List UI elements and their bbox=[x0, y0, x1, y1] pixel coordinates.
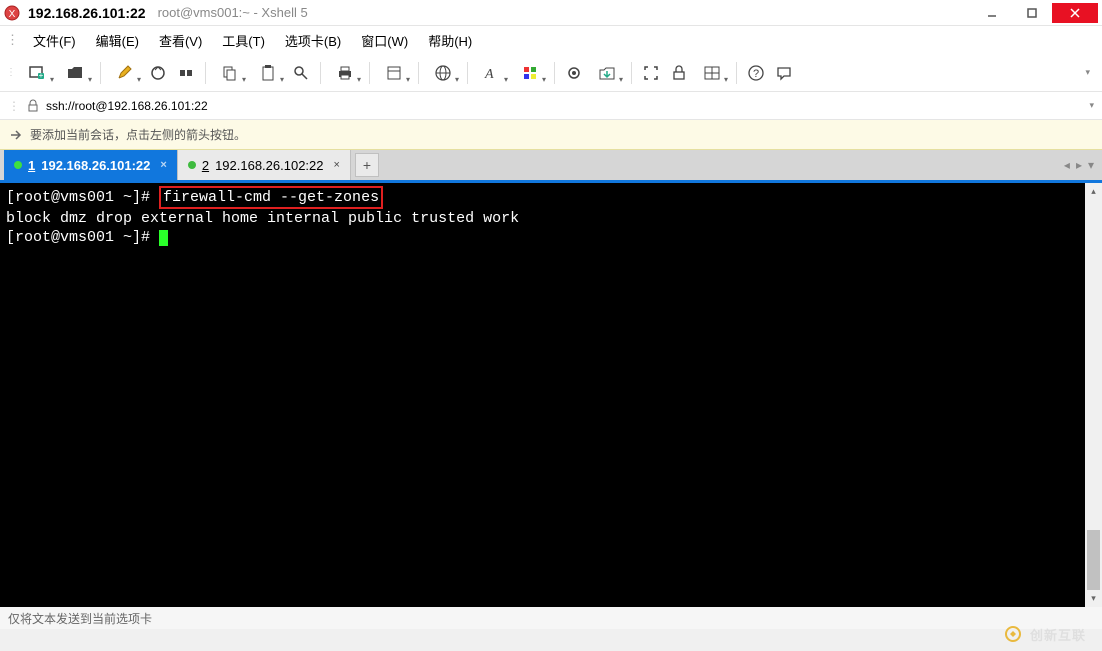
svg-text:+: + bbox=[39, 71, 44, 80]
cursor-icon bbox=[159, 230, 168, 246]
highlighted-command: firewall-cmd --get-zones bbox=[159, 186, 383, 209]
maximize-button[interactable] bbox=[1012, 3, 1052, 23]
scrollbar[interactable]: ▴ ▾ bbox=[1085, 183, 1102, 607]
open-session-button[interactable]: ▾ bbox=[58, 60, 94, 86]
figure-label: 图1-19 bbox=[0, 267, 1102, 284]
prompt: [root@vms001 ~]# bbox=[6, 189, 159, 206]
script-button[interactable] bbox=[561, 60, 587, 86]
transfer-button[interactable]: ▾ bbox=[589, 60, 625, 86]
terminal-area[interactable]: [root@vms001 ~]# firewall-cmd --get-zone… bbox=[0, 180, 1102, 607]
prompt: [root@vms001 ~]# bbox=[6, 229, 159, 246]
lock-button[interactable] bbox=[666, 60, 692, 86]
fullscreen-button[interactable] bbox=[638, 60, 664, 86]
tab-nav: ◂ ▸ ▾ bbox=[1056, 150, 1102, 180]
tab-close-icon[interactable]: × bbox=[160, 159, 166, 171]
address-grip-icon: ⋮ bbox=[8, 99, 20, 113]
app-icon: X bbox=[4, 5, 20, 21]
scroll-track[interactable] bbox=[1085, 200, 1102, 590]
tab-menu-icon[interactable]: ▾ bbox=[1088, 158, 1094, 172]
status-bar: 仅将文本发送到当前选项卡 bbox=[0, 607, 1102, 629]
scroll-thumb[interactable] bbox=[1087, 530, 1100, 590]
chat-button[interactable] bbox=[771, 60, 797, 86]
print-button[interactable]: ▾ bbox=[327, 60, 363, 86]
disconnect-button[interactable] bbox=[173, 60, 199, 86]
scroll-up-icon[interactable]: ▴ bbox=[1085, 183, 1102, 200]
title-bar: X 192.168.26.101:22 root@vms001:~ - Xshe… bbox=[0, 0, 1102, 26]
toolbar: ⋮ +▾ ▾ ▾ ▾ ▾ ▾ ▾ ▾ A▾ ▾ ▾ ▾ ? ▾ bbox=[0, 54, 1102, 92]
window-subtitle: root@vms001:~ - Xshell 5 bbox=[158, 5, 308, 20]
copy-button[interactable]: ▾ bbox=[212, 60, 248, 86]
tab-num: 2 bbox=[202, 158, 209, 173]
tab-close-icon[interactable]: × bbox=[334, 159, 340, 171]
language-button[interactable]: ▾ bbox=[425, 60, 461, 86]
new-session-button[interactable]: +▾ bbox=[20, 60, 56, 86]
menu-help[interactable]: 帮助(H) bbox=[418, 27, 482, 54]
tab-num: 1 bbox=[28, 158, 35, 173]
layout-button[interactable]: ▾ bbox=[694, 60, 730, 86]
watermark: 创新互联 bbox=[1002, 623, 1086, 645]
close-button[interactable] bbox=[1052, 3, 1098, 23]
tab-label: 192.168.26.102:22 bbox=[215, 158, 323, 173]
address-overflow-icon[interactable]: ▾ bbox=[1089, 100, 1094, 111]
scroll-down-icon[interactable]: ▾ bbox=[1085, 590, 1102, 607]
terminal-content[interactable]: [root@vms001 ~]# firewall-cmd --get-zone… bbox=[0, 183, 1102, 250]
menu-tabs[interactable]: 选项卡(B) bbox=[275, 27, 351, 54]
annotation-text: 在命令行，我们通过get-zones可以获得防火墙所有区域的信息 bbox=[0, 250, 1102, 267]
new-tab-button[interactable]: + bbox=[355, 153, 379, 177]
lock-icon bbox=[26, 99, 40, 113]
tab-label: 192.168.26.101:22 bbox=[41, 158, 150, 173]
svg-text:A: A bbox=[484, 67, 494, 82]
hint-bar: 要添加当前会话，点击左侧的箭头按钮。 bbox=[0, 120, 1102, 150]
svg-text:X: X bbox=[9, 9, 16, 20]
watermark-text: 创新互联 bbox=[1030, 625, 1086, 644]
status-dot-icon bbox=[188, 161, 196, 169]
compose-button[interactable]: ▾ bbox=[107, 60, 143, 86]
status-text: 仅将文本发送到当前选项卡 bbox=[8, 610, 152, 627]
tab-prev-icon[interactable]: ◂ bbox=[1064, 158, 1070, 172]
session-tab-1[interactable]: 1 192.168.26.101:22 × bbox=[4, 150, 178, 180]
properties-button[interactable]: ▾ bbox=[376, 60, 412, 86]
session-tab-2[interactable]: 2 192.168.26.102:22 × bbox=[178, 150, 351, 180]
menu-grip-icon: ⋮ bbox=[6, 32, 19, 48]
search-button[interactable] bbox=[288, 60, 314, 86]
address-bar: ⋮ ssh://root@192.168.26.101:22 ▾ bbox=[0, 92, 1102, 120]
toolbar-grip-icon: ⋮ bbox=[6, 67, 16, 78]
window-title: 192.168.26.101:22 bbox=[28, 5, 146, 21]
minimize-button[interactable] bbox=[972, 3, 1012, 23]
address-text[interactable]: ssh://root@192.168.26.101:22 bbox=[46, 99, 1083, 113]
paste-button[interactable]: ▾ bbox=[250, 60, 286, 86]
hint-arrow-icon[interactable] bbox=[8, 127, 24, 143]
watermark-icon bbox=[1002, 623, 1024, 645]
menu-edit[interactable]: 编辑(E) bbox=[86, 27, 149, 54]
status-dot-icon bbox=[14, 161, 22, 169]
help-button[interactable]: ? bbox=[743, 60, 769, 86]
svg-text:?: ? bbox=[753, 68, 759, 80]
menu-tools[interactable]: 工具(T) bbox=[212, 27, 275, 54]
command-output: block dmz drop external home internal pu… bbox=[6, 210, 519, 227]
reconnect-button[interactable] bbox=[145, 60, 171, 86]
menu-bar: ⋮ 文件(F) 编辑(E) 查看(V) 工具(T) 选项卡(B) 窗口(W) 帮… bbox=[0, 26, 1102, 54]
tab-next-icon[interactable]: ▸ bbox=[1076, 158, 1082, 172]
menu-window[interactable]: 窗口(W) bbox=[351, 27, 418, 54]
tab-bar: 1 192.168.26.101:22 × 2 192.168.26.102:2… bbox=[0, 150, 1102, 180]
menu-view[interactable]: 查看(V) bbox=[149, 27, 212, 54]
font-button[interactable]: A▾ bbox=[474, 60, 510, 86]
hint-text: 要添加当前会话，点击左侧的箭头按钮。 bbox=[30, 126, 246, 143]
menu-file[interactable]: 文件(F) bbox=[23, 27, 86, 54]
color-button[interactable]: ▾ bbox=[512, 60, 548, 86]
toolbar-overflow-icon[interactable]: ▾ bbox=[1085, 67, 1096, 78]
